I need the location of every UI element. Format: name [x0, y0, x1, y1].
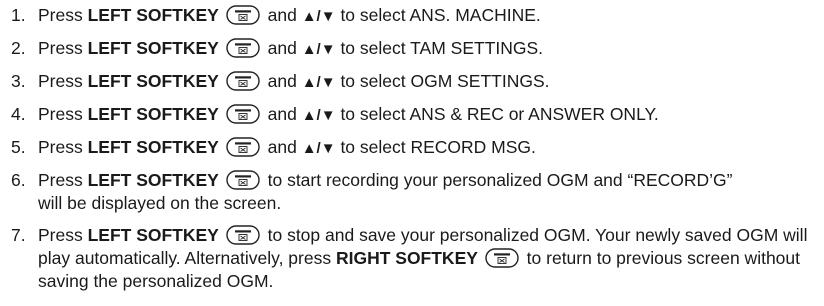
step-number: 3.	[11, 71, 26, 91]
step-rest: to select OGM SETTINGS.	[340, 71, 550, 91]
instruction-list: 1. Press LEFT SOFTKEY and ▲/▼ to select …	[0, 0, 824, 306]
softkey-button-icon	[226, 225, 260, 245]
left-softkey-label: LEFT SOFTKEY	[87, 225, 219, 245]
step-rest: to select RECORD MSG.	[340, 137, 536, 157]
up-down-arrows-icon: ▲/▼	[301, 8, 336, 25]
and-word: and	[267, 104, 297, 124]
softkey-button-icon	[226, 170, 260, 190]
and-word: and	[267, 5, 297, 25]
left-softkey-label: LEFT SOFTKEY	[87, 38, 219, 58]
step-number: 2.	[11, 38, 26, 58]
press-word: Press	[38, 5, 83, 25]
left-softkey-label: LEFT SOFTKEY	[87, 104, 219, 124]
press-word: Press	[38, 170, 83, 190]
step-number: 7.	[11, 225, 26, 245]
step-rest: to select ANS & REC or ANSWER ONLY.	[340, 104, 659, 124]
up-down-arrows-icon: ▲/▼	[301, 140, 336, 157]
and-word: and	[267, 38, 297, 58]
softkey-button-icon	[226, 71, 260, 91]
softkey-button-icon	[226, 5, 260, 25]
step-number: 4.	[11, 104, 26, 124]
left-softkey-label: LEFT SOFTKEY	[87, 137, 219, 157]
step-text: Press LEFT SOFTKEY and ▲/▼ to select TAM…	[38, 37, 814, 61]
and-word: and	[267, 71, 297, 91]
step-rest: to select ANS. MACHINE.	[340, 5, 541, 25]
up-down-arrows-icon: ▲/▼	[301, 41, 336, 58]
step-number: 1.	[11, 5, 26, 25]
right-softkey-label: RIGHT SOFTKEY	[335, 248, 478, 268]
step-number: 5.	[11, 137, 26, 157]
press-word: Press	[38, 38, 83, 58]
up-down-arrows-icon: ▲/▼	[301, 74, 336, 91]
up-down-arrows-icon: ▲/▼	[301, 107, 336, 124]
step-number: 6.	[11, 170, 26, 190]
softkey-button-icon	[226, 104, 260, 124]
step-text: Press LEFT SOFTKEY and ▲/▼ to select REC…	[38, 136, 814, 160]
press-word: Press	[38, 71, 83, 91]
left-softkey-label: LEFT SOFTKEY	[87, 5, 219, 25]
left-softkey-label: LEFT SOFTKEY	[87, 170, 219, 190]
press-word: Press	[38, 225, 83, 245]
step-text: Press LEFT SOFTKEY to start recording yo…	[38, 169, 738, 215]
step-text: Press LEFT SOFTKEY to stop and save your…	[38, 224, 814, 293]
press-word: Press	[38, 137, 83, 157]
step-text: Press LEFT SOFTKEY and ▲/▼ to select ANS…	[38, 103, 814, 127]
press-word: Press	[38, 104, 83, 124]
step-rest: to select TAM SETTINGS.	[340, 38, 544, 58]
softkey-button-icon	[226, 137, 260, 157]
step-text: Press LEFT SOFTKEY and ▲/▼ to select ANS…	[38, 4, 814, 28]
left-softkey-label: LEFT SOFTKEY	[87, 71, 219, 91]
softkey-button-icon	[485, 248, 519, 268]
and-word: and	[267, 137, 297, 157]
softkey-button-icon	[226, 38, 260, 58]
step-text: Press LEFT SOFTKEY and ▲/▼ to select OGM…	[38, 70, 814, 94]
